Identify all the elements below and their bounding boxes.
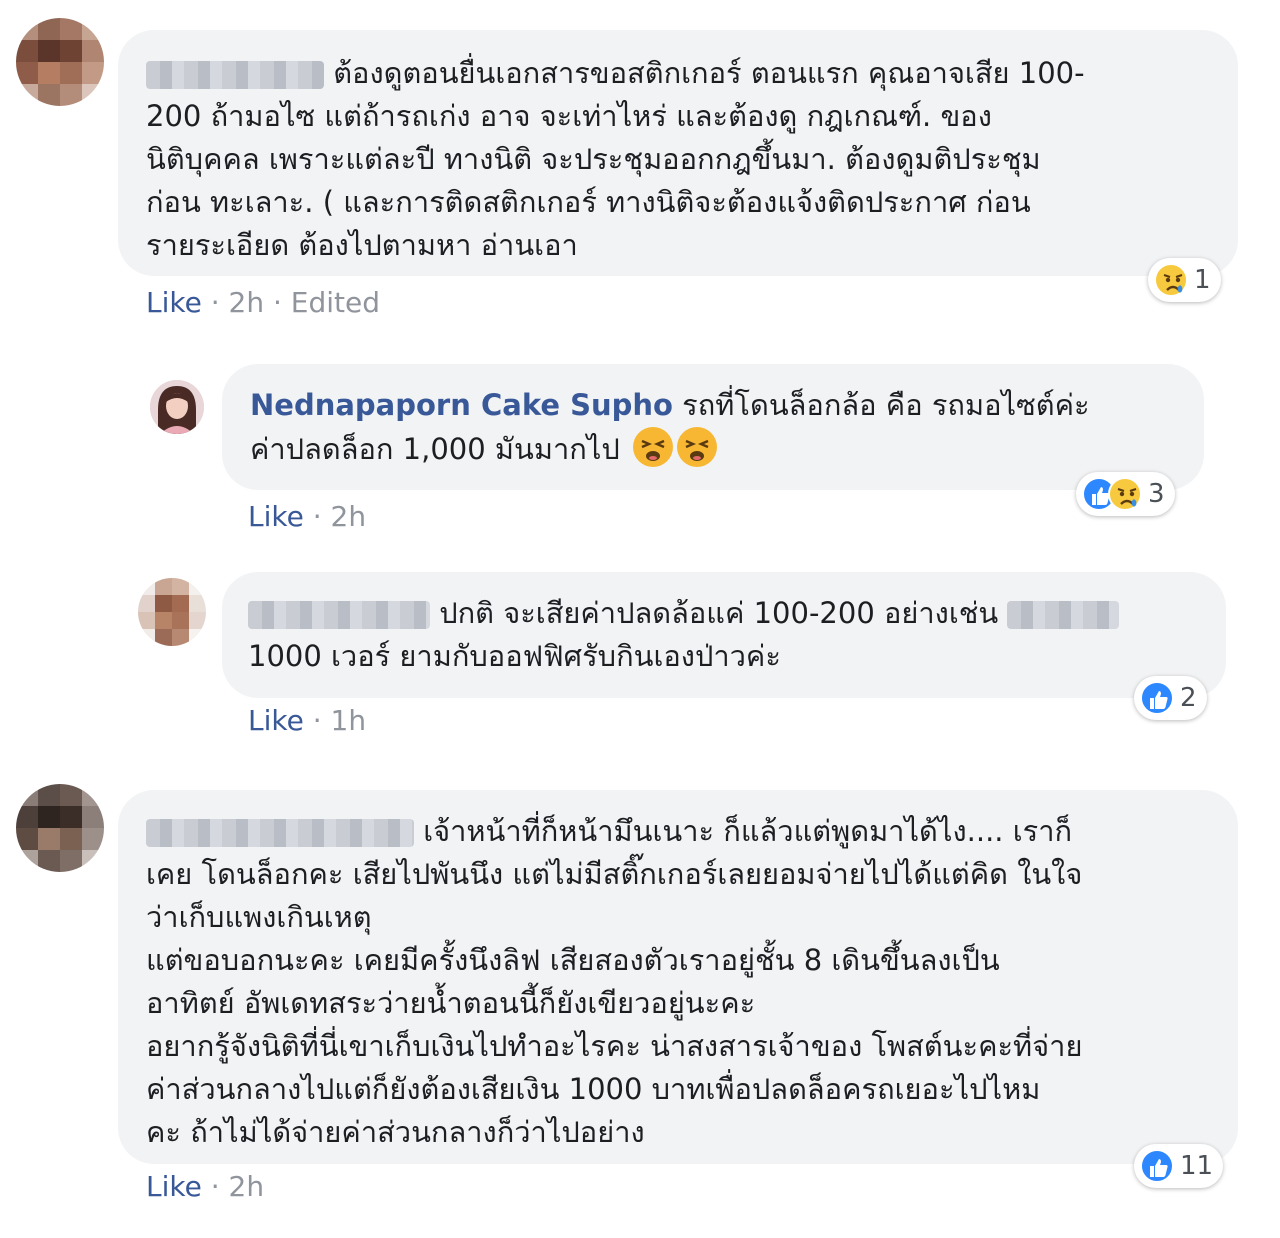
comment-timestamp[interactable]: 1h bbox=[331, 704, 367, 737]
comment-text: ปกติ จะเสียค่าปลดล้อแค่ 100-200 อย่างเช่… bbox=[248, 592, 1206, 678]
blurred-author-name[interactable] bbox=[146, 819, 414, 847]
like-icon bbox=[1140, 681, 1174, 715]
comment-text: ต้องดูตอนยื่นเอกสารขอสติกเกอร์ ตอนแรก คุ… bbox=[146, 56, 1085, 262]
blurred-mention[interactable] bbox=[1007, 601, 1120, 629]
sad-icon bbox=[1108, 477, 1142, 511]
comment-bubble: Nednapaporn Cake Supho รถที่โดนล็อกล้อ ค… bbox=[222, 364, 1204, 490]
reaction-count: 2 bbox=[1180, 683, 1197, 713]
comment-actions: Like · 2h · Edited bbox=[146, 286, 381, 319]
reaction-count: 3 bbox=[1148, 479, 1165, 509]
comment-actions: Like · 2h bbox=[248, 500, 367, 533]
like-icon bbox=[1140, 1149, 1174, 1183]
avatar[interactable] bbox=[150, 380, 204, 434]
comment-actions: Like · 2h bbox=[146, 1170, 265, 1203]
avatar[interactable] bbox=[16, 784, 104, 872]
reaction-summary[interactable]: 2 bbox=[1134, 676, 1207, 720]
tired-face-emoji bbox=[677, 427, 718, 467]
comment-timestamp[interactable]: 2h bbox=[229, 1170, 265, 1203]
avatar[interactable] bbox=[138, 578, 206, 646]
reaction-summary[interactable]: 3 bbox=[1076, 472, 1175, 516]
like-link[interactable]: Like bbox=[248, 500, 304, 533]
blurred-author-name[interactable] bbox=[146, 61, 324, 89]
like-link[interactable]: Like bbox=[248, 704, 304, 737]
comment-bubble: ต้องดูตอนยื่นเอกสารขอสติกเกอร์ ตอนแรก คุ… bbox=[118, 30, 1238, 276]
comment-timestamp[interactable]: 2h bbox=[331, 500, 367, 533]
like-link[interactable]: Like bbox=[146, 1170, 202, 1203]
comment-actions: Like · 1h bbox=[248, 704, 367, 737]
comment-bubble: ปกติ จะเสียค่าปลดล้อแค่ 100-200 อย่างเช่… bbox=[222, 572, 1226, 698]
comment-bubble: เจ้าหน้าที่ก็หน้ามึนเนาะ ก็แล้วแต่พูดมาไ… bbox=[118, 790, 1238, 1164]
reaction-summary[interactable]: 11 bbox=[1134, 1144, 1224, 1188]
tired-face-emoji bbox=[633, 427, 674, 467]
reaction-summary[interactable]: 1 bbox=[1148, 258, 1221, 302]
author-name-link[interactable]: Nednapaporn Cake Supho bbox=[250, 388, 673, 422]
comment-text: เจ้าหน้าที่ก็หน้ามึนเนาะ ก็แล้วแต่พูดมาไ… bbox=[146, 814, 1083, 1149]
avatar[interactable] bbox=[16, 18, 104, 106]
profile-photo-icon bbox=[150, 380, 204, 434]
reaction-count: 1 bbox=[1194, 265, 1211, 295]
sad-icon bbox=[1154, 263, 1188, 297]
comment-text: Nednapaporn Cake Supho รถที่โดนล็อกล้อ ค… bbox=[250, 388, 1090, 467]
comment-timestamp[interactable]: 2h bbox=[229, 286, 265, 319]
edited-label[interactable]: Edited bbox=[291, 286, 380, 319]
blurred-author-name[interactable] bbox=[248, 601, 430, 629]
like-link[interactable]: Like bbox=[146, 286, 202, 319]
reaction-count: 11 bbox=[1180, 1151, 1214, 1181]
